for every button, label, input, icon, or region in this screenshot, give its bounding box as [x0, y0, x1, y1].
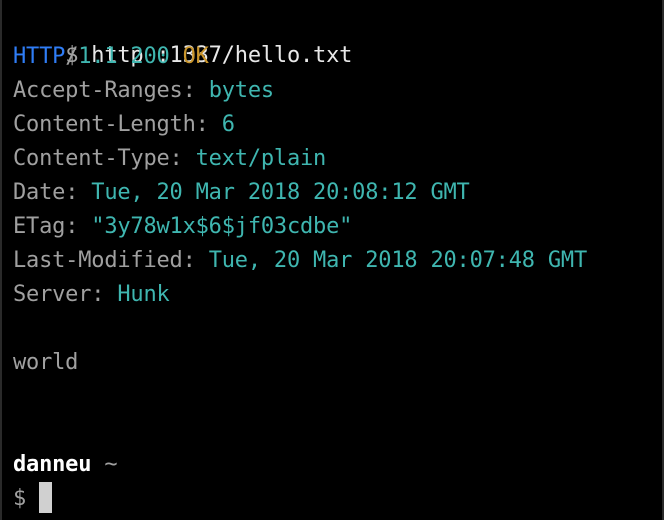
header-name: Date — [13, 180, 66, 205]
header-line: Date: Tue, 20 Mar 2018 20:08:12 GMT — [13, 176, 470, 210]
status-protocol: HTTP — [13, 44, 66, 69]
header-name: Content-Type — [13, 146, 170, 171]
status-line: HTTP/1.1 200 OK — [13, 40, 209, 74]
command-line: $ http :1337/hello.txt — [13, 5, 352, 68]
header-line: Server: Hunk — [13, 278, 170, 312]
header-value: 6 — [221, 112, 235, 137]
header-line: Last-Modified: Tue, 20 Mar 2018 20:07:48… — [13, 244, 587, 278]
terminal-window[interactable]: $ http :1337/hello.txt HTTP/1.1 200 OK A… — [0, 0, 664, 520]
status-code: 200 — [130, 44, 170, 69]
header-name: Server — [13, 282, 92, 307]
header-line: Content-Type: text/plain — [13, 142, 326, 176]
header-separator: : — [65, 180, 92, 205]
status-version: 1.1 — [78, 44, 118, 69]
header-line: Content-Length: 6 — [13, 108, 235, 142]
input-line[interactable]: $ — [13, 481, 53, 516]
prompt-user: danneu — [13, 452, 92, 477]
header-value: bytes — [208, 78, 274, 103]
header-value: text/plain — [195, 146, 327, 171]
header-line: Accept-Ranges: bytes — [13, 74, 274, 108]
header-separator: : — [169, 146, 196, 171]
prompt-symbol: $ — [13, 486, 27, 511]
header-separator: : — [91, 282, 118, 307]
header-name: ETag — [13, 214, 66, 239]
status-reason: OK — [182, 44, 209, 69]
header-name: Last-Modified — [13, 248, 183, 273]
header-separator: : — [182, 248, 209, 273]
header-separator: : — [182, 78, 209, 103]
header-name: Accept-Ranges — [13, 78, 183, 103]
header-value: Tue, 20 Mar 2018 20:08:12 GMT — [91, 180, 470, 205]
header-separator: : — [195, 112, 222, 137]
header-line: ETag: "3y78w1x$6$jf03cdbe" — [13, 210, 352, 244]
response-body: world — [13, 350, 79, 375]
header-separator: : — [65, 214, 92, 239]
status-separator: / — [65, 44, 79, 69]
text-cursor[interactable] — [39, 481, 53, 513]
header-value: "3y78w1x$6$jf03cdbe" — [91, 214, 353, 239]
prompt-info-line: danneu ~ — [13, 448, 118, 482]
prompt-path: ~ — [104, 452, 118, 477]
header-value: Tue, 20 Mar 2018 20:07:48 GMT — [208, 248, 588, 273]
header-name: Content-Length — [13, 112, 196, 137]
header-value: Hunk — [117, 282, 170, 307]
